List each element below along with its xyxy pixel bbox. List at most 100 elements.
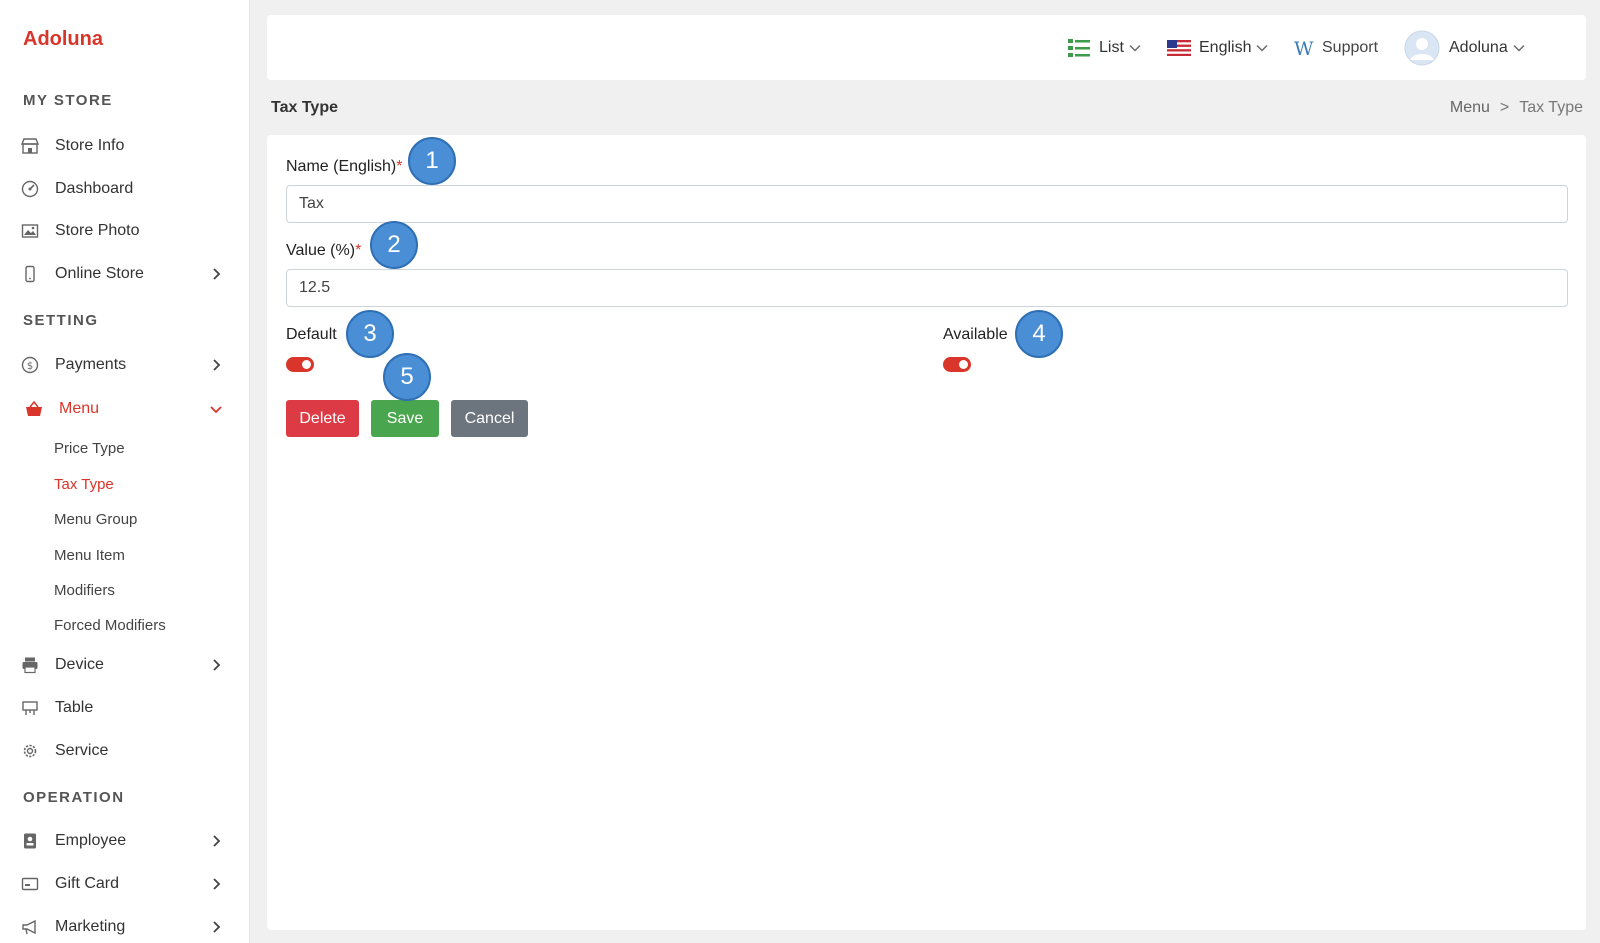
- sidebar-item-label: Menu: [59, 400, 100, 417]
- badge-icon: [24, 833, 36, 849]
- sidebar-item-label: Dashboard: [55, 180, 134, 197]
- language-dropdown[interactable]: English: [1167, 15, 1268, 80]
- sidebar-item-label: Store Photo: [55, 222, 140, 239]
- section-operation: OPERATION: [23, 789, 125, 806]
- sidebar-subitem-menu-item[interactable]: Menu Item: [54, 547, 125, 564]
- phone-icon: [25, 265, 35, 283]
- list-icon: [1068, 38, 1090, 57]
- user-menu-dropdown[interactable]: Adoluna: [1404, 15, 1525, 80]
- sidebar-item-store-photo[interactable]: Store Photo: [0, 211, 250, 251]
- annotation-marker-1: 1: [408, 137, 456, 185]
- sidebar-item-dashboard[interactable]: Dashboard: [0, 169, 250, 209]
- sidebar-item-label: Store Info: [55, 137, 125, 154]
- section-my-store: MY STORE: [23, 92, 113, 109]
- name-input[interactable]: [286, 185, 1568, 223]
- toggle-knob: [959, 360, 968, 369]
- chevron-down-icon: [210, 406, 222, 414]
- breadcrumb-separator: >: [1499, 99, 1510, 116]
- sidebar-item-label: Service: [55, 742, 109, 759]
- brand-logo[interactable]: Adoluna: [23, 28, 103, 51]
- value-field-label: Value (%)*: [286, 242, 361, 260]
- support-link[interactable]: W Support: [1294, 15, 1378, 80]
- chevron-down-icon: [1513, 44, 1525, 51]
- us-flag-icon: [1167, 39, 1191, 56]
- wordpress-w-icon: W: [1294, 39, 1314, 57]
- card-icon: [21, 877, 39, 891]
- svg-text:$: $: [27, 361, 33, 372]
- table-icon: [22, 701, 38, 715]
- sidebar-subitem-forced-modifiers[interactable]: Forced Modifiers: [54, 617, 166, 634]
- sidebar-item-label: Payments: [55, 356, 127, 373]
- annotation-marker-2: 2: [370, 221, 418, 269]
- sidebar-item-menu[interactable]: Menu: [0, 389, 250, 429]
- basket-icon: [26, 400, 42, 416]
- sidebar-subitem-price-type[interactable]: Price Type: [54, 440, 125, 457]
- language-label: English: [1199, 38, 1252, 56]
- sidebar-item-label: Device: [55, 656, 104, 673]
- user-name-label: Adoluna: [1449, 38, 1508, 56]
- default-toggle[interactable]: [286, 357, 314, 372]
- sidebar-item-store-info[interactable]: Store Info: [0, 126, 250, 166]
- sidebar-item-payments[interactable]: $ Payments: [0, 345, 250, 385]
- sidebar-item-device[interactable]: Device: [0, 645, 250, 685]
- avatar: [1404, 30, 1440, 65]
- chevron-right-icon: [213, 659, 221, 671]
- chevron-right-icon: [213, 921, 221, 933]
- dashboard-icon: [21, 180, 39, 198]
- available-label: Available: [943, 326, 1008, 343]
- value-input[interactable]: [286, 269, 1568, 307]
- available-toggle[interactable]: [943, 357, 971, 372]
- sidebar-subitem-modifiers[interactable]: Modifiers: [54, 582, 115, 599]
- sidebar-item-gift-card[interactable]: Gift Card: [0, 864, 250, 904]
- sidebar-item-employee[interactable]: Employee: [0, 821, 250, 861]
- default-label: Default: [286, 326, 337, 343]
- delete-button[interactable]: Delete: [286, 400, 359, 437]
- toggle-knob: [302, 360, 311, 369]
- cancel-button[interactable]: Cancel: [451, 400, 528, 437]
- breadcrumb-menu[interactable]: Menu: [1450, 99, 1490, 117]
- tax-type-form-card: [267, 135, 1586, 930]
- sidebar-item-service[interactable]: Service: [0, 731, 250, 771]
- list-view-dropdown[interactable]: List: [1068, 15, 1141, 80]
- list-label: List: [1099, 38, 1124, 56]
- printer-icon: [22, 657, 38, 674]
- chevron-right-icon: [213, 878, 221, 890]
- save-button[interactable]: Save: [371, 400, 439, 437]
- page-title: Tax Type: [271, 99, 338, 116]
- sidebar-item-label: Marketing: [55, 918, 126, 935]
- name-field-label: Name (English)*: [286, 158, 403, 176]
- annotation-marker-5: 5: [383, 353, 431, 401]
- sidebar-item-label: Gift Card: [55, 875, 120, 892]
- store-icon: [21, 138, 39, 154]
- sidebar-item-label: Table: [55, 699, 94, 716]
- sidebar-item-marketing[interactable]: Marketing: [0, 907, 250, 943]
- megaphone-icon: [22, 919, 36, 935]
- svg-text:W: W: [1294, 39, 1314, 57]
- chevron-down-icon: [1129, 44, 1141, 51]
- sidebar-item-online-store[interactable]: Online Store: [0, 254, 250, 294]
- photo-icon: [21, 224, 39, 238]
- chevron-right-icon: [213, 835, 221, 847]
- name-label-text: Name (English): [286, 158, 397, 175]
- sidebar-item-label: Employee: [55, 832, 127, 849]
- required-mark: *: [396, 158, 403, 175]
- section-setting: SETTING: [23, 312, 99, 329]
- required-mark: *: [355, 242, 362, 259]
- sidebar-item-table[interactable]: Table: [0, 688, 250, 728]
- top-bar: List English W Support Adoluna: [267, 15, 1586, 80]
- value-label-text: Value (%): [286, 242, 356, 259]
- gear-icon: [23, 744, 37, 758]
- sidebar: Adoluna MY STORE Store Info Dashboard St…: [0, 0, 250, 943]
- breadcrumb: Menu > Tax Type: [1450, 99, 1583, 117]
- dollar-icon: $: [21, 356, 39, 374]
- chevron-right-icon: [213, 268, 221, 280]
- annotation-marker-3: 3: [346, 310, 394, 358]
- breadcrumb-current: Tax Type: [1519, 99, 1583, 116]
- support-label: Support: [1322, 38, 1379, 56]
- annotation-marker-4: 4: [1015, 310, 1063, 358]
- sidebar-subitem-tax-type[interactable]: Tax Type: [54, 476, 114, 493]
- sidebar-subitem-menu-group[interactable]: Menu Group: [54, 511, 137, 528]
- chevron-down-icon: [1256, 44, 1268, 51]
- sidebar-item-label: Online Store: [55, 265, 144, 282]
- chevron-right-icon: [213, 359, 221, 371]
